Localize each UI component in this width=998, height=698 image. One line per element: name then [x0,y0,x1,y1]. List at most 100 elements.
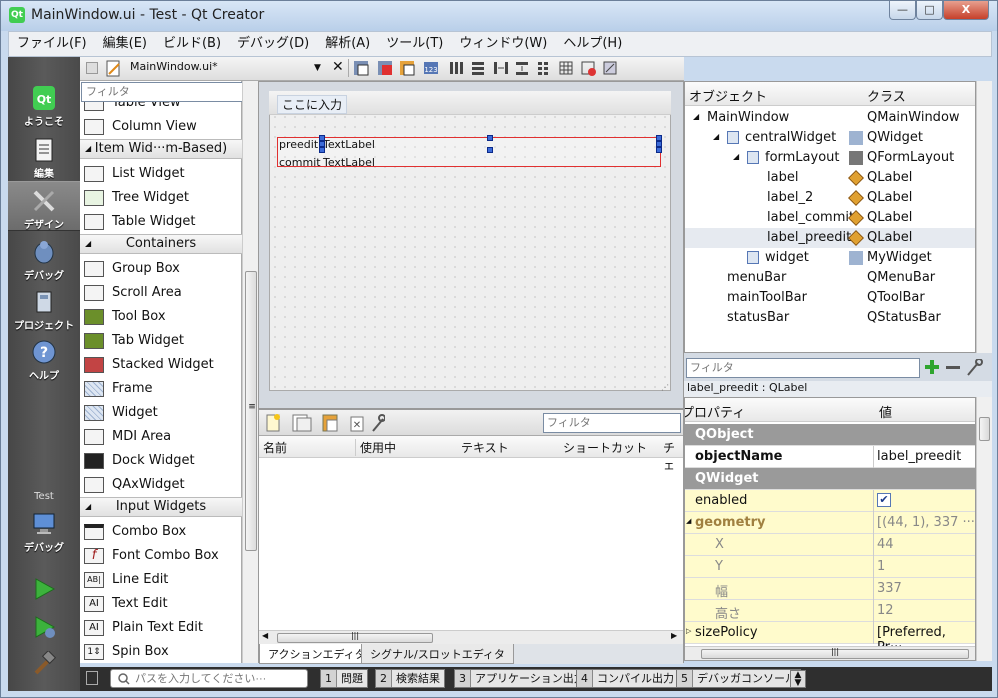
menu-window[interactable]: ウィンドウ(W) [451,32,555,56]
form-label-preedit[interactable]: preedit [279,138,318,151]
collapse-arrow-icon[interactable]: ◢ [85,235,91,253]
widget-item[interactable]: Scroll Area [80,281,242,305]
widget-item[interactable]: Widget [80,401,242,425]
form-canvas[interactable] [269,91,671,391]
object-tree-row[interactable]: mainToolBar QToolBar [685,288,975,308]
tree-expand-icon[interactable]: ◢ [713,132,719,141]
add-property-icon[interactable] [925,360,939,374]
toggle-sidebar-icon[interactable] [86,671,98,685]
form-textlabel-commit[interactable]: TextLabel [323,156,375,169]
property-value[interactable]: 1 [877,559,885,574]
edit-tab-order-icon[interactable]: 123 [424,62,438,74]
menu-build[interactable]: ビルド(B) [155,32,229,56]
resize-grip-icon[interactable]: ⋰ [661,383,669,392]
property-group-row[interactable]: QWidget [685,468,975,490]
property-group-row[interactable]: QObject [685,424,975,446]
widget-item[interactable]: Frame [80,377,242,401]
widget-item[interactable]: Tool Box [80,305,242,329]
property-row[interactable]: Y1 [685,556,975,578]
widget-item[interactable]: Tab Widget [80,329,242,353]
document-name[interactable]: MainWindow.ui* [130,60,218,73]
object-inspector-scrollbar[interactable] [976,81,992,353]
mode-design[interactable]: デザイン [8,181,80,231]
paste-action-icon[interactable] [322,414,338,432]
widget-item[interactable]: Dock Widget [80,449,242,473]
column-header[interactable]: テキスト [461,439,509,456]
action-hscrollbar[interactable]: ◀ ||| ▶ [259,630,683,644]
form-label-commit[interactable]: commit [279,156,321,169]
widget-item[interactable]: 1⇕ Spin Box [80,640,242,664]
property-row[interactable]: X 44 [685,534,975,556]
object-tree-row[interactable]: label_2 QLabel [685,188,975,208]
selection-handle[interactable] [656,147,662,153]
layout-v-splitter-icon[interactable] [516,62,528,75]
collapse-arrow-icon[interactable]: ◢ [85,140,91,158]
object-tree-row[interactable]: label QLabel [685,168,975,188]
collapse-arrow-icon[interactable]: ◢ [85,498,91,516]
widget-item[interactable]: Table Widget [80,210,242,234]
run-icon[interactable] [32,577,56,601]
kit-selector[interactable]: デバッグ [8,505,80,559]
property-scroll-thumb[interactable] [979,417,990,441]
property-row[interactable]: 幅 337 [685,578,975,600]
selection-handle[interactable] [487,147,493,153]
selection-handle[interactable] [487,135,493,141]
property-value[interactable]: 337 [877,581,902,596]
property-value[interactable]: 44 [877,537,894,552]
object-tree-row[interactable]: statusBar QStatusBar [685,308,975,328]
layout-form-icon[interactable] [538,62,548,75]
mode-debug[interactable]: デバッグ [8,233,80,283]
widget-category-header[interactable]: ◢ Containers [80,234,242,254]
widget-item[interactable]: Column View [80,115,242,139]
column-header[interactable]: 使用中 [355,439,396,456]
widget-item[interactable]: AI Plain Text Edit [80,616,242,640]
close-document-icon[interactable]: ✕ [332,59,344,75]
maximize-button[interactable]: □ [916,1,943,20]
minimize-button[interactable]: — [889,1,916,20]
widget-item[interactable]: MDI Area [80,425,242,449]
new-action-icon[interactable] [266,414,280,432]
widget-box-filter[interactable] [81,82,255,102]
object-tree-row[interactable]: widget MyWidget [685,248,975,268]
enabled-checkbox[interactable]: ✔ [877,493,891,507]
break-layout-icon[interactable] [581,61,596,76]
tree-expand-icon[interactable]: ◢ [686,517,691,525]
property-hscroll-thumb[interactable]: ||| [701,647,969,659]
widget-item[interactable]: f Font Combo Box [80,544,242,568]
layout-vertical-icon[interactable] [472,62,484,75]
configure-property-icon[interactable] [967,359,983,376]
widget-item[interactable]: Stacked Widget [80,353,242,377]
type-here-placeholder[interactable]: ここに入力 [277,95,348,114]
tab-action-editor[interactable]: アクションエディタ [259,644,375,664]
output-pane-application-output[interactable]: 3 アプリケーション出力 [454,669,590,688]
widget-box-scroll-thumb[interactable]: ≡ [245,271,257,551]
column-header[interactable]: チェ [663,439,683,473]
layout-h-splitter-icon[interactable] [494,62,508,74]
object-tree-row[interactable]: ◢ MainWindow QMainWindow [685,108,975,128]
layout-horizontal-icon[interactable] [450,62,463,74]
output-pane-debugger-console[interactable]: 5 デバッガコンソール [676,669,801,688]
widget-item[interactable]: Tree Widget [80,186,242,210]
edit-buddies-icon[interactable] [400,61,415,76]
property-row[interactable]: 高さ 12 [685,600,975,622]
menu-edit[interactable]: 編集(E) [95,32,155,56]
property-editor-scrollbar[interactable] [976,397,992,661]
output-pane-issues[interactable]: 1 問題 [320,669,368,688]
column-header[interactable]: 名前 [263,439,287,456]
more-panes-icon[interactable]: ▲ ▼ [790,670,806,688]
menu-debug[interactable]: デバッグ(D) [229,32,317,56]
object-tree-row[interactable]: label_commit QLabel [685,208,975,228]
object-tree-row[interactable]: ◢ centralWidget QWidget [685,128,975,148]
column-header[interactable]: オブジェクト [689,86,767,105]
layout-grid-icon[interactable] [559,61,573,75]
property-value[interactable]: [(44, 1), 337 ··· [877,515,975,530]
action-filter-input[interactable] [543,413,681,433]
property-value[interactable]: label_preedit [877,449,961,464]
configure-action-icon[interactable] [372,414,385,432]
widget-item[interactable]: Group Box [80,257,242,281]
tree-expand-icon[interactable]: ◢ [693,112,699,121]
widget-category-header[interactable]: ◢ Input Widgets [80,497,242,517]
scroll-left-icon[interactable]: ◀ [262,631,268,640]
tree-expand-icon[interactable]: ▷ [686,627,691,635]
property-row[interactable]: enabled ✔ [685,490,975,512]
